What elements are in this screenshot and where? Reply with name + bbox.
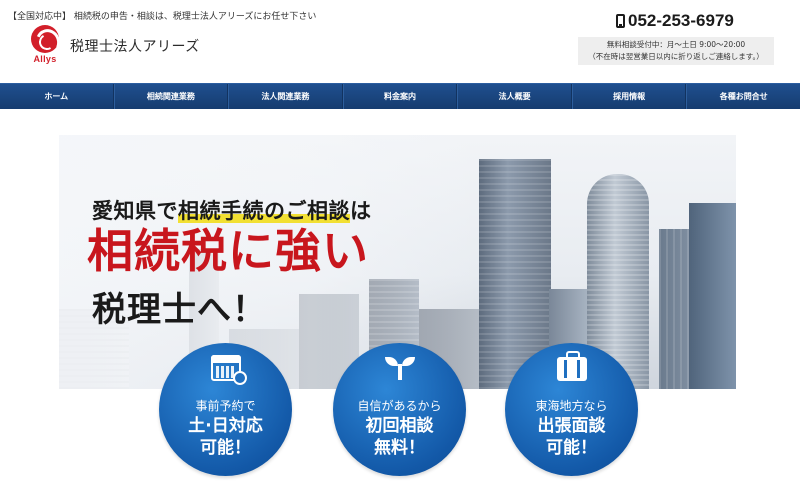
feature-big-line-2: 無料！: [374, 438, 425, 458]
feature-big-line-1: 土·日対応: [188, 416, 263, 436]
nav-item-home[interactable]: ホーム: [0, 84, 114, 109]
feature-big-text: 土·日対応 可能！: [159, 415, 292, 459]
nav-item-contact[interactable]: 各種お問合せ: [686, 84, 800, 109]
company-logo[interactable]: Allys: [28, 25, 62, 65]
phone-number[interactable]: 052-253-6979: [616, 11, 734, 31]
feature-small-text: 事前予約で: [195, 399, 256, 413]
phone-number-text: 052-253-6979: [628, 11, 734, 30]
company-name[interactable]: 税理士法人アリーズ: [70, 36, 200, 56]
nav-item-about[interactable]: 法人概要: [457, 84, 572, 109]
feature-big-line-1: 初回相談: [365, 416, 434, 436]
hero-headline-prefix: 愛知県で: [92, 199, 178, 223]
nav-item-pricing[interactable]: 料金案内: [342, 84, 458, 109]
feature-big-line-2: 可能！: [546, 438, 597, 458]
sprout-icon: [384, 355, 415, 381]
business-hours-box: 無料相談受付中：月〜土日 9:00〜20:00 （不在時は翌営業日以内に折り返し…: [578, 37, 774, 65]
feature-free-consultation[interactable]: 自信があるから 初回相談 無料！: [333, 343, 466, 476]
logo-mark-icon: [31, 25, 59, 53]
nav-item-recruit[interactable]: 採用情報: [571, 84, 687, 109]
hero-headline-suffix: は: [350, 199, 372, 223]
hero-building: [689, 203, 736, 389]
feature-big-line-1: 出張面談: [537, 416, 606, 436]
hero-headline: 愛知県で相続手続のご相談は: [92, 195, 372, 225]
feature-weekend-support[interactable]: 事前予約で 土·日対応 可能！: [159, 343, 292, 476]
hours-line-2: （不在時は翌営業日以内に折り返しご連絡します。）: [588, 52, 764, 61]
nav-item-inheritance[interactable]: 相続関連業務: [113, 84, 229, 109]
feature-big-text: 初回相談 無料！: [333, 415, 466, 459]
hero-subtitle: 税理士へ！: [92, 290, 267, 330]
feature-big-text: 出張面談 可能！: [505, 415, 638, 459]
calendar-clock-icon: [210, 355, 247, 385]
suitcase-icon: [556, 351, 587, 381]
hero-main-title: 相続税に強い: [87, 224, 369, 278]
main-nav: ホーム 相続関連業務 法人関連業務 料金案内 法人概要 採用情報 各種お問合せ: [0, 83, 800, 109]
feature-big-line-2: 可能！: [200, 438, 251, 458]
phone-icon: [616, 14, 625, 28]
hours-line-1: 無料相談受付中：月〜土日 9:00〜20:00: [606, 40, 746, 49]
hero-headline-highlight: 相続手続のご相談: [178, 199, 350, 223]
feature-small-text: 自信があるから: [357, 399, 442, 413]
logo-text: Allys: [33, 54, 57, 64]
nav-item-corporate[interactable]: 法人関連業務: [228, 84, 343, 109]
feature-onsite-meeting[interactable]: 東海地方なら 出張面談 可能！: [505, 343, 638, 476]
header-tagline: 【全国対応中】 相続税の申告・相談は、税理士法人アリーズにお任せ下さい: [8, 12, 317, 22]
feature-small-text: 東海地方なら: [535, 399, 608, 413]
